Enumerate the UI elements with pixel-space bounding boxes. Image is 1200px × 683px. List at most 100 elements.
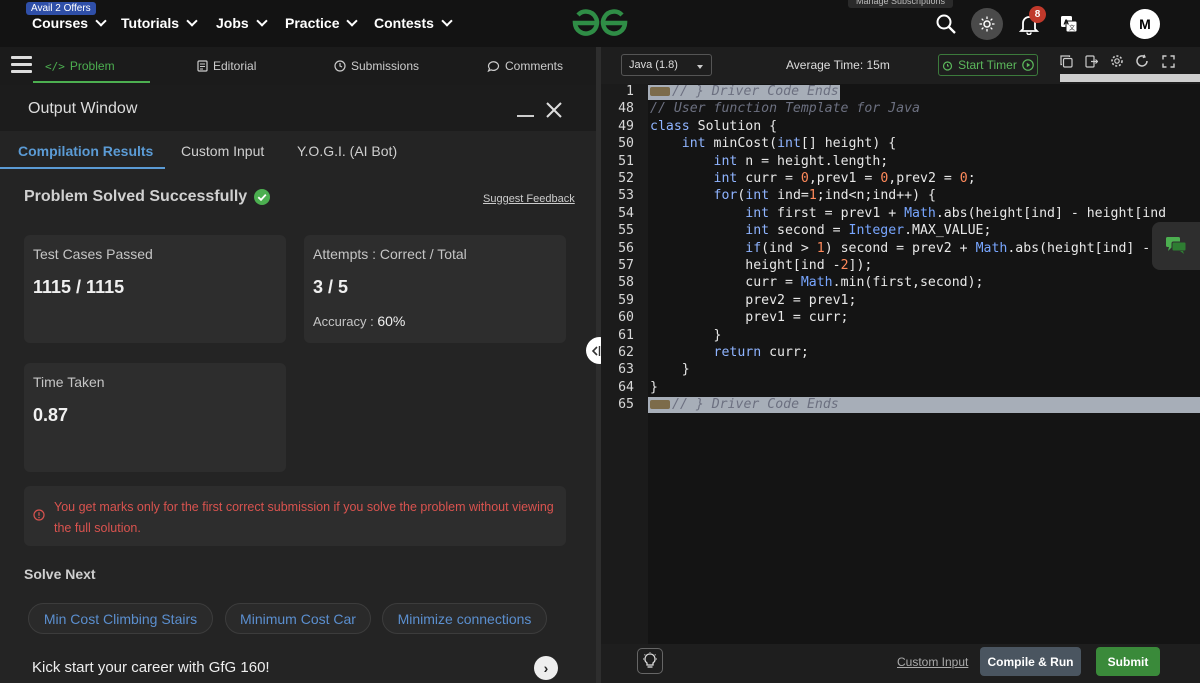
code-line: 56 if(ind > 1) second = prev2 + Math.abs… [618, 240, 1151, 256]
fold-marker-icon[interactable] [650, 86, 670, 96]
custom-input-link[interactable]: Custom Input [897, 655, 968, 669]
problem-tabs: </> Problem Editorial Submissions Commen… [0, 47, 596, 85]
editor-panel: Java (1.8) Average Time: 15m Start Timer… [601, 47, 1200, 683]
test-cases-value: 1115 / 1115 [33, 277, 125, 297]
document-icon [197, 60, 208, 72]
output-window-header: Output Window [0, 85, 596, 131]
code-icon: </> [45, 59, 65, 73]
nav-tutorials[interactable]: Tutorials [121, 15, 198, 31]
average-time: Average Time: 15m [786, 58, 890, 72]
offer-badge[interactable]: Avail 2 Offers [26, 2, 96, 15]
editor-action-bar: Custom Input Compile & Run Submit [601, 644, 1200, 683]
alarm-icon [943, 60, 953, 71]
avatar[interactable]: M [1130, 9, 1160, 39]
tab-custom-input[interactable]: Custom Input [181, 143, 264, 159]
code-line: 49 class Solution { [618, 118, 778, 134]
import-icon[interactable] [1082, 52, 1100, 70]
tab-compilation-results[interactable]: Compilation Results [18, 143, 153, 159]
search-icon[interactable] [930, 8, 962, 40]
output-tabs: Compilation Results Custom Input Y.O.G.I… [0, 131, 596, 169]
code-line: 59 prev2 = prev1; [618, 292, 857, 308]
code-line: 61 } [618, 327, 722, 343]
chevron-down-icon [95, 15, 107, 27]
output-window-title: Output Window [28, 100, 138, 117]
svg-text:文: 文 [1069, 24, 1075, 32]
solve-next-chip[interactable]: Minimum Cost Car [225, 603, 371, 634]
fold-marker-icon[interactable] [650, 399, 670, 409]
minimize-icon[interactable] [517, 115, 534, 117]
kickstart-banner-text[interactable]: Kick start your career with GfG 160! [32, 659, 270, 676]
nav-practice[interactable]: Practice [285, 15, 359, 31]
tab-comments[interactable]: Comments [487, 59, 563, 73]
code-line: 62 return curr; [618, 345, 809, 360]
play-circle-icon [1022, 59, 1034, 71]
chevron-down-icon [441, 15, 453, 27]
code-line: 65// } Driver Code Ends [618, 397, 839, 413]
theme-toggle-icon[interactable] [971, 8, 1003, 40]
bell-icon[interactable]: 8 [1013, 6, 1046, 40]
time-taken-label: Time Taken [33, 374, 105, 390]
attempts-label: Attempts : Correct / Total [313, 246, 467, 262]
arrow-right-icon[interactable]: › [534, 656, 558, 680]
code-line: 54 int first = prev1 + Math.abs(height[i… [618, 205, 1167, 221]
language-select[interactable]: Java (1.8) [621, 54, 712, 76]
code-line: 58 curr = Math.min(first,second); [618, 275, 984, 291]
code-line: 57 height[ind -2]); [618, 258, 873, 273]
compile-run-button[interactable]: Compile & Run [980, 647, 1081, 676]
submit-button[interactable]: Submit [1096, 647, 1160, 676]
accuracy-value: 60% [377, 313, 406, 329]
marks-warning: You get marks only for the first correct… [24, 486, 566, 546]
active-tab-indicator [33, 81, 150, 83]
gfg-logo[interactable] [571, 8, 629, 43]
time-taken-card: Time Taken 0.87 [24, 363, 286, 472]
code-line: 51 int n = height.length; [618, 153, 889, 169]
active-output-tab-indicator [0, 167, 165, 169]
tab-editorial[interactable]: Editorial [197, 59, 256, 73]
test-cases-label: Test Cases Passed [33, 246, 153, 262]
code-line: 55 int second = Integer.MAX_VALUE; [618, 223, 992, 239]
notification-count-badge: 8 [1029, 6, 1046, 23]
code-line: 63 } [618, 362, 690, 378]
top-navbar: Avail 2 Offers Courses Tutorials Jobs Pr… [0, 0, 1200, 47]
attempts-card: Attempts : Correct / Total 3 / 5 Accurac… [304, 235, 566, 343]
caret-down-icon [697, 65, 703, 69]
tab-yogi-ai-bot[interactable]: Y.O.G.I. (AI Bot) [297, 143, 397, 159]
result-status: Problem Solved Successfully [24, 188, 271, 206]
close-icon[interactable] [546, 102, 562, 123]
lightbulb-icon[interactable] [637, 648, 663, 674]
code-line: 50 int minCost(int[] height) { [618, 136, 897, 152]
code-editor[interactable]: 1// } Driver Code Ends 48// User functio… [601, 84, 1200, 644]
editor-horizontal-scrollbar[interactable] [1060, 74, 1200, 82]
tab-submissions[interactable]: Submissions [334, 59, 419, 73]
nav-jobs[interactable]: Jobs [216, 15, 268, 31]
nav-courses[interactable]: Courses [32, 15, 107, 31]
solve-next-title: Solve Next [24, 566, 96, 582]
copy-icon[interactable] [1057, 52, 1075, 70]
code-line: 53 for(int ind=1;ind<n;ind++) { [618, 188, 936, 204]
chat-icon[interactable] [1152, 222, 1200, 270]
check-circle-icon [254, 189, 271, 205]
translate-icon[interactable]: A文 [1053, 8, 1085, 40]
left-panel: </> Problem Editorial Submissions Commen… [0, 47, 596, 683]
code-line: 48// User function Template for Java [618, 101, 920, 117]
chevron-down-icon [256, 15, 268, 27]
alert-circle-icon [33, 509, 45, 521]
output-window: Output Window Compilation Results Custom… [0, 85, 596, 683]
accuracy: Accuracy : 60% [313, 313, 406, 329]
time-taken-value: 0.87 [33, 405, 69, 425]
reset-icon[interactable] [1133, 52, 1151, 70]
code-line: 52 int curr = 0,prev1 = 0,prev2 = 0; [618, 171, 976, 186]
suggest-feedback-link[interactable]: Suggest Feedback [483, 193, 575, 205]
attempts-value: 3 / 5 [313, 277, 349, 297]
comment-icon [487, 61, 500, 72]
start-timer-button[interactable]: Start Timer [938, 54, 1038, 76]
nav-contests[interactable]: Contests [374, 15, 453, 31]
solve-next-chip[interactable]: Min Cost Climbing Stairs [28, 603, 213, 634]
clock-icon [334, 60, 346, 72]
fullscreen-icon[interactable] [1159, 52, 1177, 70]
tab-problem[interactable]: </> Problem [45, 59, 115, 73]
menu-icon[interactable] [11, 56, 32, 77]
settings-icon[interactable] [1108, 52, 1126, 70]
code-line: 1// } Driver Code Ends [626, 84, 839, 99]
solve-next-chip[interactable]: Minimize connections [382, 603, 547, 634]
